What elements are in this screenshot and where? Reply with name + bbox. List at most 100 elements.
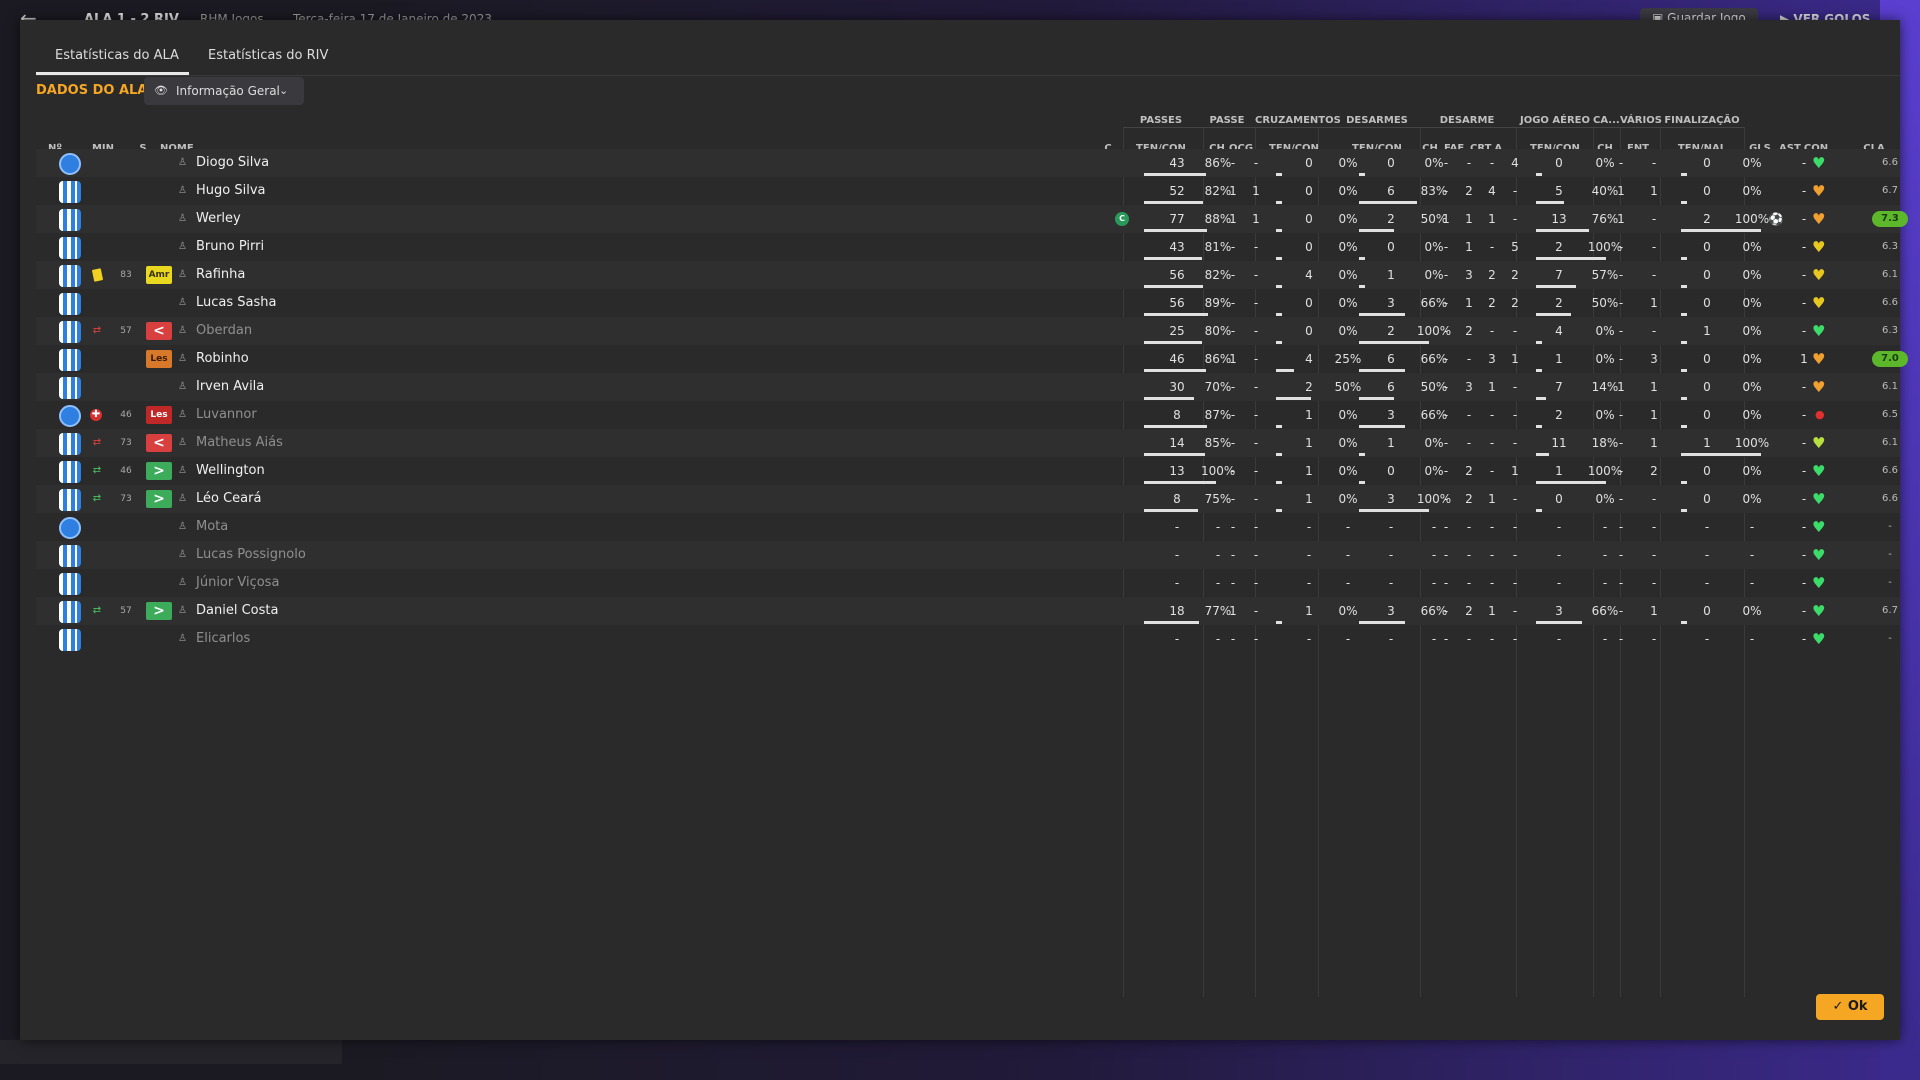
goals-value	[1765, 597, 1787, 625]
player-name[interactable]: Werley	[196, 205, 241, 233]
desarme-crt: 1	[1488, 380, 1496, 394]
player-name[interactable]: Lucas Sasha	[196, 289, 276, 317]
tab-divider	[36, 75, 1900, 76]
ds-bar	[1359, 341, 1429, 344]
player-name[interactable]: Júnior Viçosa	[196, 569, 279, 597]
player-row[interactable]: ♙ Diogo Silva 43 86% - -0 0% 0 0% - - -4 0 0% - -0 0% - ♥ 6…	[36, 149, 1900, 177]
player-row[interactable]: ⇄ 57 > ♙ Daniel Costa 18 77% 1-1 0% 3 66% -2 1-3 66% -…	[36, 597, 1900, 625]
player-row[interactable]: ⇄ 46 > ♙ Wellington 13 100% - -1 0% 0 0% -2-1 1 100% -2…	[36, 457, 1900, 485]
kit-icon	[59, 321, 81, 343]
player-name[interactable]: Diogo Silva	[196, 149, 269, 177]
fn-bar	[1681, 341, 1688, 344]
condition-heart-icon: ♥	[1812, 630, 1826, 648]
player-row[interactable]: ♙ Hugo Silva 52 82% 1 1 0 0% 6 83% -2 4-5 40% 1 1 0 0% - ♥…	[36, 177, 1900, 205]
desarme-dch: -	[1443, 184, 1449, 198]
tab-home-stats[interactable]: Estatísticas do ALA	[55, 48, 179, 63]
player-row[interactable]: ♙ Elicarlos - - - - - - - - - - - - - - - - - - - ♥ -	[36, 625, 1900, 653]
player-row[interactable]: ♙ Irven Avila 30 70% - -2 50% 6 50% -3 1-7 14% 1 1 0 0%…	[36, 373, 1900, 401]
desarme-da: -	[1512, 324, 1518, 338]
ds-attempts: -	[1388, 632, 1394, 646]
player-name[interactable]: Elicarlos	[196, 625, 250, 653]
ds-attempts: 1	[1387, 268, 1395, 282]
ds-bar	[1359, 173, 1365, 176]
cr-percent: -	[1345, 548, 1351, 562]
player-row[interactable]: ⇄ 73 < ♙ Matheus Aiás 14 85% - -1 0% 1 0% - - - -11 18% -…	[36, 429, 1900, 457]
ca-ch: -	[1618, 240, 1624, 254]
varios-fnt: -	[1651, 548, 1657, 562]
ca-ch: 1	[1617, 212, 1625, 226]
pass-bar	[1144, 509, 1198, 512]
player-name[interactable]: Hugo Silva	[196, 177, 266, 205]
condition-heart-icon: ♥	[1812, 546, 1826, 564]
player-name[interactable]: Daniel Costa	[196, 597, 278, 625]
player-name[interactable]: Rafinha	[196, 261, 245, 289]
player-row[interactable]: 83 Amr ♙ Rafinha 56 82% - -4 0% 1 0% -3 2 2 7 57% - -0 0% -…	[36, 261, 1900, 289]
ok-label: Ok	[1847, 999, 1868, 1014]
desarme-faf: 2	[1465, 184, 1473, 198]
cr-attempts: -	[1306, 632, 1312, 646]
player-name[interactable]: Mota	[196, 513, 228, 541]
fn-bar	[1681, 313, 1688, 316]
player-row[interactable]: Les ♙ Robinho 46 86% 1-4 25% 6 66% - -3 1 1 0% -3 0 0% 1 ♥…	[36, 345, 1908, 373]
yellow-card-icon	[91, 268, 104, 282]
desarme-faf: -	[1466, 576, 1472, 590]
player-name[interactable]: Luvannor	[196, 401, 257, 429]
player-row[interactable]: ♙ Lucas Possignolo - - - - - - - - - - - - - - - - - - - ♥ -	[36, 541, 1900, 569]
tab-away-stats[interactable]: Estatísticas do RIV	[208, 48, 328, 63]
passe-ocg: -	[1253, 324, 1259, 338]
minute-label: 57	[120, 606, 132, 616]
passe-ocg: -	[1253, 576, 1259, 590]
kit-icon	[59, 265, 81, 287]
captain-badge: C	[1115, 212, 1129, 226]
player-name[interactable]: Irven Avila	[196, 373, 264, 401]
rating-badge: 7.0	[1872, 351, 1908, 367]
goals-value	[1765, 177, 1787, 205]
assists-value: -	[1801, 268, 1807, 282]
player-name[interactable]: Lucas Possignolo	[196, 541, 306, 569]
desarme-da: -	[1512, 492, 1518, 506]
player-name[interactable]: Léo Ceará	[196, 485, 261, 513]
condition-heart-icon: ♥	[1812, 238, 1826, 256]
rating-badge: 6.7	[1882, 185, 1898, 196]
player-row[interactable]: ♙ Júnior Viçosa - - - - - - - - - - - - - - - - - - - ♥ -	[36, 569, 1900, 597]
desarme-crt: 1	[1488, 212, 1496, 226]
column-group-header: FINALIZAÇÃO	[1664, 115, 1740, 126]
header-divider	[1123, 127, 1744, 128]
fn-bar	[1681, 481, 1688, 484]
player-name[interactable]: Wellington	[196, 457, 265, 485]
condition-heart-icon: ♥	[1812, 518, 1826, 536]
passe-ch: 1	[1229, 212, 1237, 226]
desarme-crt: -	[1489, 520, 1495, 534]
pass-bar	[1144, 397, 1195, 400]
player-row[interactable]: ⇄ 57 < ♙ Oberdan 25 80% - -0 0% 2 100% -2- -4 0% - -1 0% -…	[36, 317, 1900, 345]
player-row[interactable]: ✚ 46 Les ♙ Luvannor 8 87% - -1 0% 3 66% - - - -2 0% -1 0 0%…	[36, 401, 1900, 429]
rating-badge: 6.6	[1882, 157, 1898, 168]
player-name[interactable]: Robinho	[196, 345, 249, 373]
desarme-da: 4	[1511, 156, 1519, 170]
desarme-dch: -	[1443, 520, 1449, 534]
player-row[interactable]: ⇄ 73 > ♙ Léo Ceará 8 75% - -1 0% 3 100% -2 1-0 0% - -0 0%…	[36, 485, 1900, 513]
player-name[interactable]: Matheus Aiás	[196, 429, 283, 457]
desarme-dch: -	[1443, 296, 1449, 310]
condition-heart-icon: ♥	[1812, 210, 1826, 228]
cr-attempts: -	[1306, 520, 1312, 534]
pass-bar	[1144, 257, 1203, 260]
person-icon: ♙	[178, 577, 187, 588]
player-row[interactable]: ♙ Lucas Sasha 56 89% - -0 0% 3 66% -1 2 2 2 50% -1 0 0% -…	[36, 289, 1900, 317]
player-row[interactable]: ♙ Werley C 77 88% 1 1 0 0% 2 50% 1 1 1-13 76% 1-2 100% ⚽ -…	[36, 205, 1908, 233]
condition-heart-icon: ♥	[1812, 462, 1826, 480]
view-select[interactable]: 👁 Informação Geral ⌄	[144, 77, 304, 105]
minute-label: 57	[120, 326, 132, 336]
cr-bar	[1276, 453, 1282, 456]
minute-label: 46	[120, 410, 132, 420]
rating-badge: 6.3	[1882, 325, 1898, 336]
person-icon: ♙	[178, 633, 187, 644]
player-row[interactable]: ♙ Mota - - - - - - - - - - - - - - - - - - - ♥ -	[36, 513, 1900, 541]
ok-button[interactable]: ✓ Ok	[1816, 994, 1884, 1020]
condition-heart-icon: ♥	[1812, 378, 1826, 396]
player-name[interactable]: Bruno Pirri	[196, 233, 264, 261]
ae-bar	[1536, 509, 1542, 512]
player-name[interactable]: Oberdan	[196, 317, 252, 345]
player-row[interactable]: ♙ Bruno Pirri 43 81% - -0 0% 0 0% -1-5 2 100% - -0 0% -…	[36, 233, 1900, 261]
cr-percent: -	[1345, 520, 1351, 534]
